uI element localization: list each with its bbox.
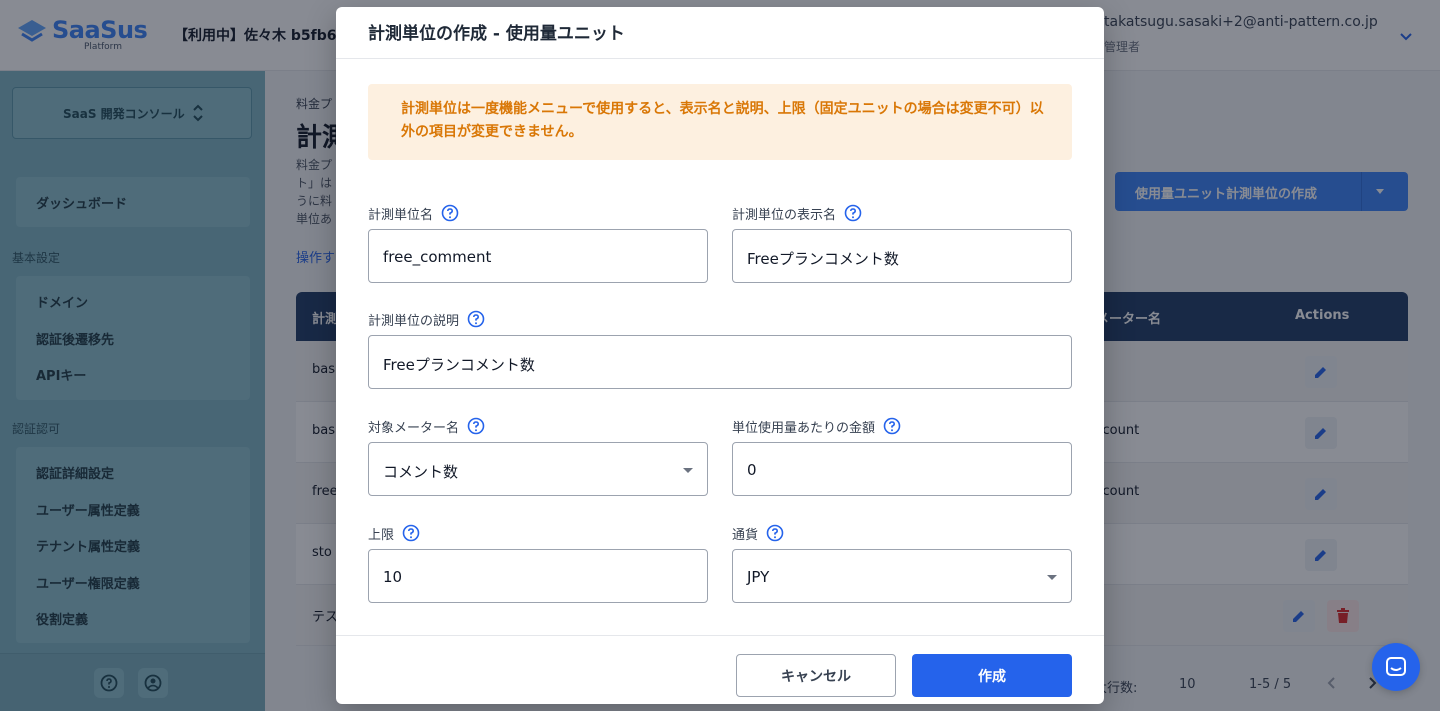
help-circle-icon[interactable] [441,204,459,222]
field-label: 通貨 [732,524,784,543]
unit-amount-label: 単位使用量あたりの金額 [732,420,876,436]
modal-divider [336,58,1104,59]
chat-icon [1386,657,1406,676]
field-label: 対象メーター名 [368,417,485,436]
help-circle-icon[interactable] [467,310,485,328]
create-button[interactable]: 作成 [912,654,1072,697]
warning-alert: 計測単位は一度機能メニューで使用すると、表示名と説明、上限（固定ユニットの場合は… [368,84,1072,160]
cancel-button[interactable]: キャンセル [736,654,896,697]
currency-value: JPY [747,568,770,586]
unit-amount-input[interactable]: 0 [732,442,1072,496]
field-label: 計測単位の表示名 [732,204,862,223]
unit-amount-value: 0 [747,461,757,479]
help-circle-icon[interactable] [402,524,420,542]
field-label: 計測単位の説明 [368,310,485,329]
modal-title: 計測単位の作成 - 使用量ユニット [368,24,625,44]
description-label: 計測単位の説明 [368,313,460,329]
limit-label: 上限 [368,527,395,543]
help-circle-icon[interactable] [883,417,901,435]
description-input[interactable]: Freeプランコメント数 [368,335,1072,389]
caret-down-icon [1047,575,1057,580]
unit-name-label: 計測単位名 [368,207,434,223]
help-circle-icon[interactable] [467,417,485,435]
currency-select[interactable]: JPY [732,549,1072,603]
field-label: 単位使用量あたりの金額 [732,417,901,436]
alert-text: 計測単位は一度機能メニューで使用すると、表示名と説明、上限（固定ユニットの場合は… [401,101,1044,140]
meter-name-value: コメント数 [383,463,459,481]
limit-input[interactable]: 10 [368,549,708,603]
unit-name-value: free_comment [383,248,492,266]
limit-value: 10 [383,568,403,586]
currency-label: 通貨 [732,527,759,543]
create-unit-modal: 計測単位の作成 - 使用量ユニット 計測単位は一度機能メニューで使用すると、表示… [336,7,1104,704]
display-name-label: 計測単位の表示名 [732,207,837,223]
caret-down-icon [683,468,693,473]
help-circle-icon[interactable] [844,204,862,222]
field-label: 上限 [368,524,420,543]
display-name-input[interactable]: Freeプランコメント数 [732,229,1072,283]
chat-launcher-button[interactable] [1372,643,1420,691]
display-name-value: Freeプランコメント数 [747,250,899,268]
description-value: Freeプランコメント数 [383,356,535,374]
modal-footer-divider [336,635,1104,636]
meter-name-select[interactable]: コメント数 [368,442,708,496]
help-circle-icon[interactable] [766,524,784,542]
field-label: 計測単位名 [368,204,459,223]
meter-name-label: 対象メーター名 [368,420,460,436]
unit-name-input[interactable]: free_comment [368,229,708,283]
